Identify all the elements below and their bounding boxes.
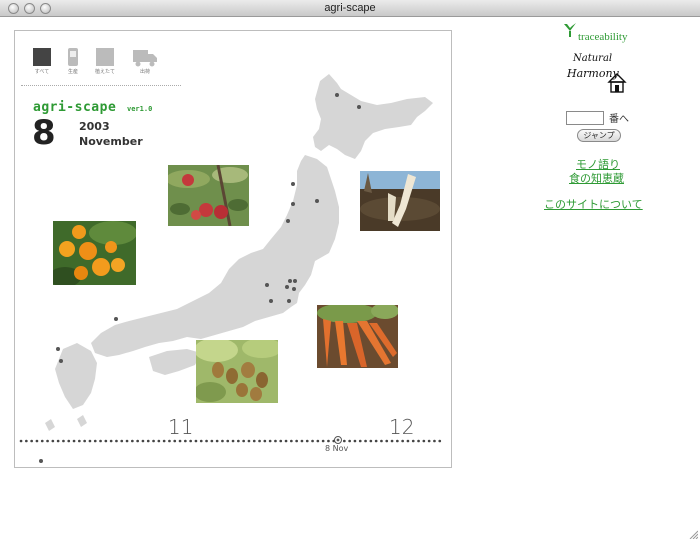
farm-dot[interactable]	[269, 299, 273, 303]
farm-dot[interactable]	[293, 279, 297, 283]
farm-dot[interactable]	[291, 182, 295, 186]
farm-dot[interactable]	[286, 219, 290, 223]
svg-text:Harmony: Harmony	[566, 67, 620, 80]
svg-text:Natural: Natural	[572, 53, 612, 64]
farm-dot[interactable]	[315, 199, 319, 203]
jump-number-input[interactable]	[566, 111, 604, 125]
farm-dot[interactable]	[291, 202, 295, 206]
farm-dot[interactable]	[285, 285, 289, 289]
timeline-current-date: 8 Nov	[325, 444, 349, 453]
farm-dot[interactable]	[288, 279, 292, 283]
daikon-image	[360, 171, 440, 231]
farm-dot[interactable]	[114, 317, 118, 321]
jump-suffix-label: 番へ	[609, 114, 629, 125]
link-food-wisdom[interactable]: 食の知恵蔵	[569, 170, 624, 186]
leaf-logo-icon	[564, 23, 576, 37]
photo-apples[interactable]	[168, 165, 249, 226]
map-panel: すべて 生産 植えたて 出荷 agri-scape ver1.0 8 2003 …	[14, 30, 452, 468]
map-kyushu	[55, 343, 97, 409]
oranges-image	[53, 221, 136, 285]
farm-dot[interactable]	[335, 93, 339, 97]
natural-harmony-logo[interactable]: Natural Harmony	[565, 48, 633, 96]
farm-dot[interactable]	[292, 287, 296, 291]
carrots-image	[317, 305, 398, 368]
sidebar: traceability Natural Harmony 番へ ジャンプ モノ語…	[460, 0, 700, 541]
timeline-marker-center	[336, 438, 340, 442]
map-shikoku	[149, 349, 201, 375]
farm-dot[interactable]	[39, 459, 43, 463]
map-island-1	[45, 419, 55, 431]
map-hokkaido	[313, 74, 433, 159]
photo-kiwi[interactable]	[196, 340, 278, 403]
timeline-tick-12: 12	[389, 415, 415, 439]
photo-oranges[interactable]	[53, 221, 136, 285]
farm-dot[interactable]	[59, 359, 63, 363]
map-island-2	[77, 415, 87, 427]
apples-image	[168, 165, 249, 226]
farm-dot[interactable]	[357, 105, 361, 109]
resize-grip-icon[interactable]	[688, 529, 698, 539]
farm-dot[interactable]	[56, 347, 60, 351]
photo-carrots[interactable]	[317, 305, 398, 368]
timeline-tick-11: 11	[168, 415, 194, 439]
farm-dot[interactable]	[265, 283, 269, 287]
traceability-label: traceability	[578, 31, 628, 43]
kiwi-image	[196, 340, 278, 403]
photo-daikon[interactable]	[360, 171, 440, 231]
farm-dot[interactable]	[287, 299, 291, 303]
link-about-site[interactable]: このサイトについて	[544, 196, 643, 212]
jump-button[interactable]: ジャンプ	[577, 129, 621, 142]
app-window: agri-scape すべて 生産 植えたて 出荷 agri-scape ver…	[0, 0, 700, 541]
